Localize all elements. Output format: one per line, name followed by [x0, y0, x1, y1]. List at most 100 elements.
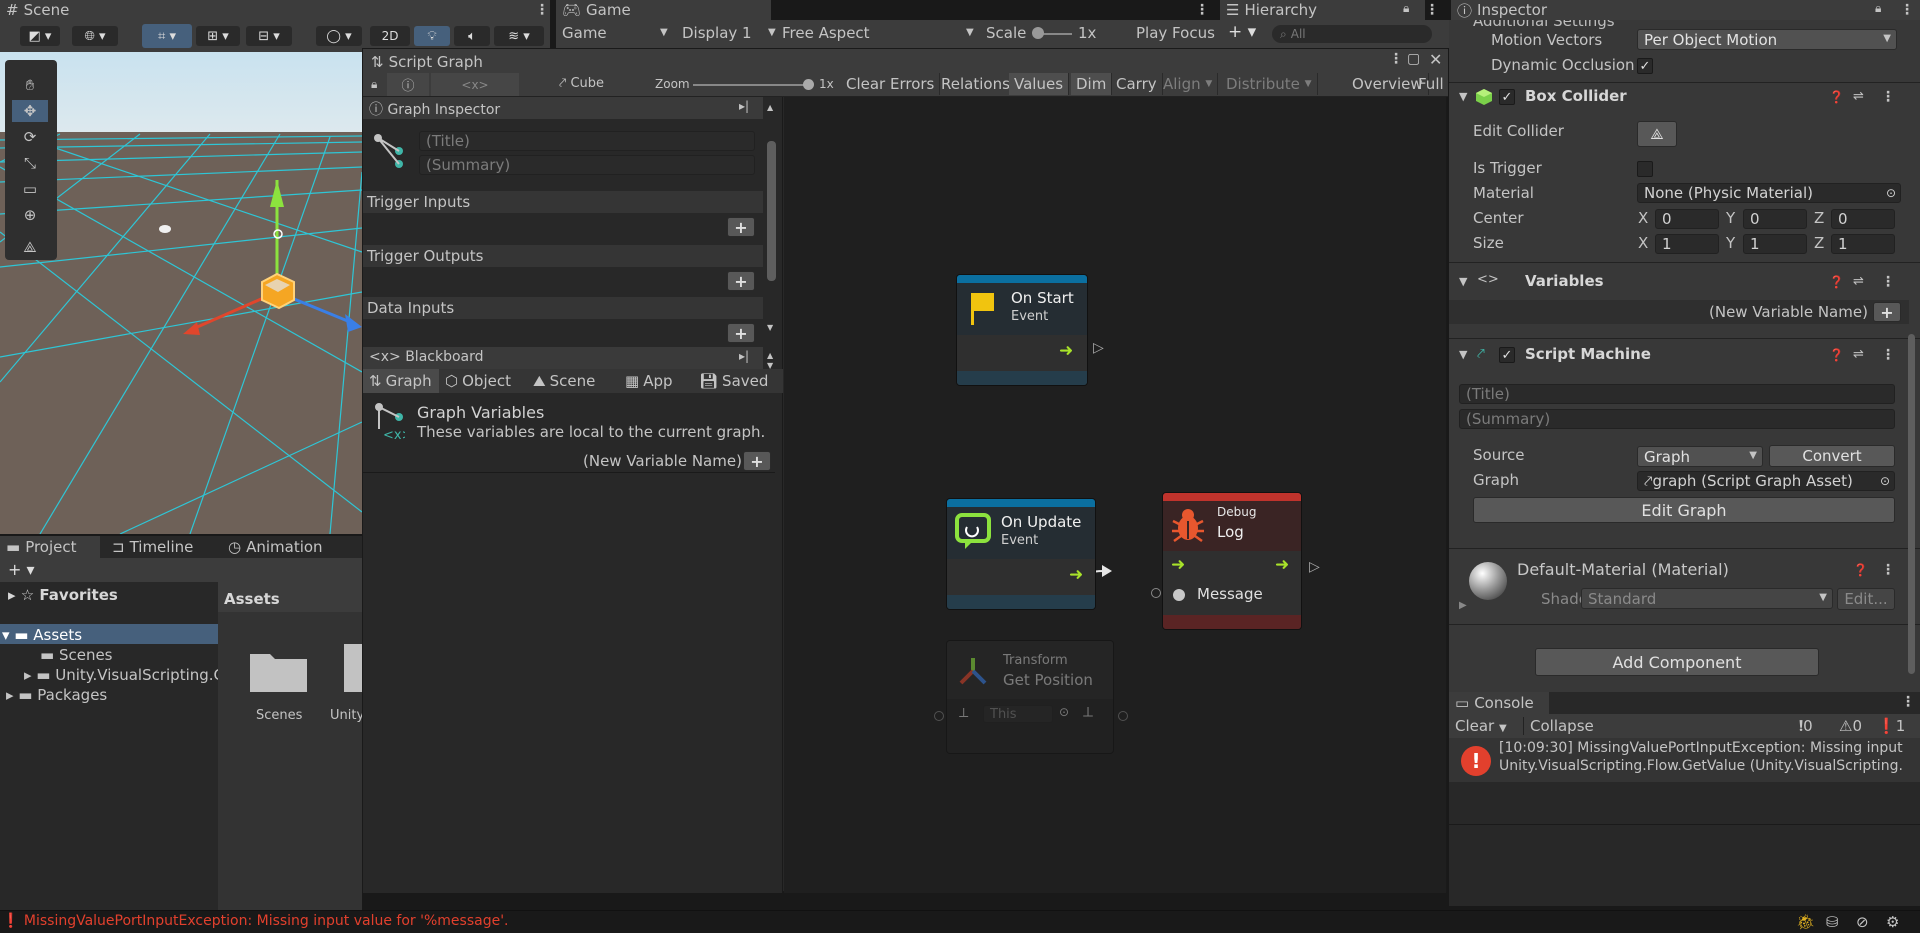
scale-tool-icon[interactable]: ⤡ — [12, 152, 48, 174]
blackboard-tab-app[interactable]: ▦ App — [625, 372, 673, 390]
tree-favorites[interactable]: ▸ ☆ Favorites — [8, 586, 118, 604]
variables-foldout-icon[interactable]: ▼ — [1459, 275, 1467, 288]
graph-asset-field[interactable]: ⤤ graph (Script Graph Asset) ⊙ — [1637, 471, 1895, 491]
breadcrumb[interactable]: ⤤ Cube — [559, 76, 604, 91]
graph-lock-icon[interactable]: 🔒︎ — [371, 77, 377, 92]
blackboard-tab-saved[interactable]: 💾︎ Saved — [699, 372, 768, 390]
console-log-row[interactable]: ! [10:09:30] MissingValuePortInputExcept… — [1449, 738, 1920, 782]
get-position-output-port[interactable] — [1118, 711, 1128, 721]
inspector-lock-icon[interactable]: 🔒︎ — [1875, 1, 1881, 16]
inspector-scrollbar[interactable] — [1905, 334, 1917, 686]
size-z-field[interactable]: 1 — [1831, 234, 1895, 254]
presets-icon[interactable]: ⇌ — [1853, 347, 1864, 362]
align-dropdown[interactable]: Align ▼ — [1158, 73, 1219, 95]
tab-game[interactable]: 🎮︎ Game — [556, 0, 771, 20]
relations-button[interactable]: Relations — [936, 73, 1016, 95]
custom-tool-icon[interactable]: ⟁ — [12, 236, 48, 258]
tab-timeline[interactable]: ⊐ Timeline — [106, 536, 199, 558]
box-collider-enabled-checkbox[interactable]: ✓ — [1499, 89, 1515, 105]
tree-scenes[interactable]: ▬ Scenes — [40, 646, 113, 664]
error-count[interactable]: ❗1 — [1877, 717, 1905, 735]
shader-edit-button[interactable]: Edit... — [1837, 588, 1895, 610]
size-x-field[interactable]: 1 — [1655, 234, 1719, 254]
hierarchy-search-input[interactable]: ⌕ All — [1272, 25, 1432, 43]
inspector-scrollbar[interactable]: ▲ ▼ — [765, 103, 779, 333]
graph-title-input[interactable]: (Title) — [419, 131, 755, 151]
on-start-output-port[interactable]: ▷ — [1093, 340, 1104, 356]
cache-server-icon[interactable]: ⛁ — [1826, 913, 1839, 931]
close-icon[interactable]: ✕ — [1429, 50, 1442, 69]
distribute-dropdown[interactable]: Distribute ▼ — [1221, 73, 1318, 95]
add-trigger-input-button[interactable]: + — [727, 217, 755, 237]
blackboard-toggle-icon[interactable]: <x> — [431, 73, 519, 96]
on-start-node[interactable]: On Start Event ➜ — [957, 275, 1087, 385]
size-y-field[interactable]: 1 — [1743, 234, 1807, 254]
get-position-input-port[interactable] — [934, 711, 944, 721]
shader-dropdown[interactable]: Standard ▼ — [1581, 588, 1833, 609]
hierarchy-menu-icon[interactable]: ⋮ — [1425, 2, 1439, 18]
presets-icon[interactable]: ⇌ — [1853, 274, 1864, 289]
component-menu-icon[interactable]: ⋮ — [1881, 89, 1895, 105]
scene-viewport[interactable]: ✋︎ ✥ ⟳ ⤡ ▭ ⊕ ⟁ — [0, 52, 362, 534]
debug-log-node[interactable]: Debug Log ➜ ➜ Message — [1163, 493, 1301, 629]
inspector-new-variable-input[interactable]: (New Variable Name) — [1709, 303, 1868, 321]
center-x-field[interactable]: 0 — [1655, 209, 1719, 229]
scene-menu-icon[interactable]: ⋮ — [535, 2, 549, 18]
tab-scene[interactable]: # Scene — [0, 0, 550, 20]
add-data-input-button[interactable]: + — [727, 323, 755, 343]
fullscreen-button[interactable]: Full Sc — [1413, 73, 1448, 95]
on-update-node[interactable]: On Update Event ➜ — [947, 499, 1095, 609]
maximize-icon[interactable]: ▢ — [1407, 51, 1420, 67]
box-collider-foldout-icon[interactable]: ▼ — [1459, 90, 1467, 103]
presets-icon[interactable]: ⇌ — [1853, 89, 1864, 104]
transform-tool-icon[interactable]: ⊕ — [12, 204, 48, 226]
zoom-slider-thumb[interactable] — [803, 79, 814, 90]
script-machine-foldout-icon[interactable]: ▼ — [1459, 348, 1467, 361]
inspector-menu-icon[interactable]: ⋮ — [1900, 2, 1914, 18]
2d-toggle[interactable]: 2D — [370, 26, 410, 46]
tree-visualscripting[interactable]: ▸ ▬ Unity.VisualScripting.C — [24, 666, 224, 684]
create-asset-button[interactable]: + ▾ — [8, 560, 35, 579]
blackboard-scrollbar[interactable]: ▲ ▼ — [765, 351, 779, 371]
blackboard-tab-scene[interactable]: ⛰︎ Scene — [533, 372, 595, 390]
blackboard-tab-object[interactable]: ⬡ Object — [445, 372, 511, 390]
inspector-add-variable-button[interactable]: + — [1873, 302, 1901, 322]
dim-button[interactable]: Dim — [1071, 73, 1113, 95]
play-focus-dropdown[interactable]: Play Focus — [1136, 24, 1215, 42]
help-icon[interactable]: ❓ — [1829, 275, 1844, 289]
increment-snap-icon[interactable]: ⊟ ▾ — [246, 26, 292, 46]
new-variable-input[interactable]: (New Variable Name) — [583, 452, 742, 470]
message-port-dot-icon[interactable] — [1173, 589, 1185, 601]
lock-icon[interactable]: 🔒︎ — [1403, 1, 1409, 16]
inspector-toggle-icon[interactable]: ⓘ — [387, 73, 429, 96]
scale-slider-thumb[interactable] — [1032, 27, 1044, 39]
script-machine-enabled-checkbox[interactable]: ✓ — [1499, 347, 1515, 363]
source-dropdown[interactable]: Graph ▼ — [1637, 446, 1763, 467]
component-menu-icon[interactable]: ⋮ — [1881, 274, 1895, 290]
message-input-port[interactable] — [1151, 588, 1161, 598]
flow-out-arrow-icon[interactable]: ➜ — [1059, 341, 1073, 361]
edit-graph-button[interactable]: Edit Graph — [1473, 497, 1895, 523]
dynamic-occlusion-checkbox[interactable]: ✓ — [1637, 58, 1653, 74]
folder-unity-icon[interactable] — [344, 644, 362, 692]
display-dropdown[interactable]: Display 1 ▼ — [682, 24, 776, 42]
flow-in-arrow-icon[interactable]: ➜ — [1171, 555, 1185, 575]
grid-snap-icon[interactable]: ⌗ ▾ — [142, 24, 192, 48]
tree-assets[interactable]: ▾ ▬ Assets — [2, 626, 82, 644]
console-collapse-button[interactable]: Collapse — [1523, 717, 1594, 735]
motion-vectors-dropdown[interactable]: Per Object Motion ▼ — [1637, 29, 1897, 50]
help-icon[interactable]: ❓ — [1829, 348, 1844, 362]
game-view-dropdown[interactable]: Game ▼ — [562, 24, 668, 42]
material-foldout-icon[interactable]: ▶ — [1459, 600, 1467, 611]
carry-button[interactable]: Carry — [1111, 73, 1163, 95]
flow-out-arrow-icon[interactable]: ➜ — [1069, 565, 1083, 585]
tab-inspector[interactable]: ⓘ Inspector — [1451, 0, 1920, 20]
tab-script-graph[interactable]: ⇅ Script Graph — [365, 51, 489, 73]
info-count[interactable]: ❗︎0 — [1799, 717, 1813, 735]
folder-scenes-icon[interactable] — [248, 644, 310, 692]
hierarchy-add-button[interactable]: + ▾ — [1228, 22, 1256, 42]
center-y-field[interactable]: 0 — [1743, 209, 1807, 229]
script-machine-title-input[interactable]: (Title) — [1459, 384, 1895, 404]
draw-mode-dropdown[interactable]: ◩ ▾ — [20, 26, 60, 46]
blackboard-collapse-icon[interactable]: ▸| — [739, 349, 749, 363]
